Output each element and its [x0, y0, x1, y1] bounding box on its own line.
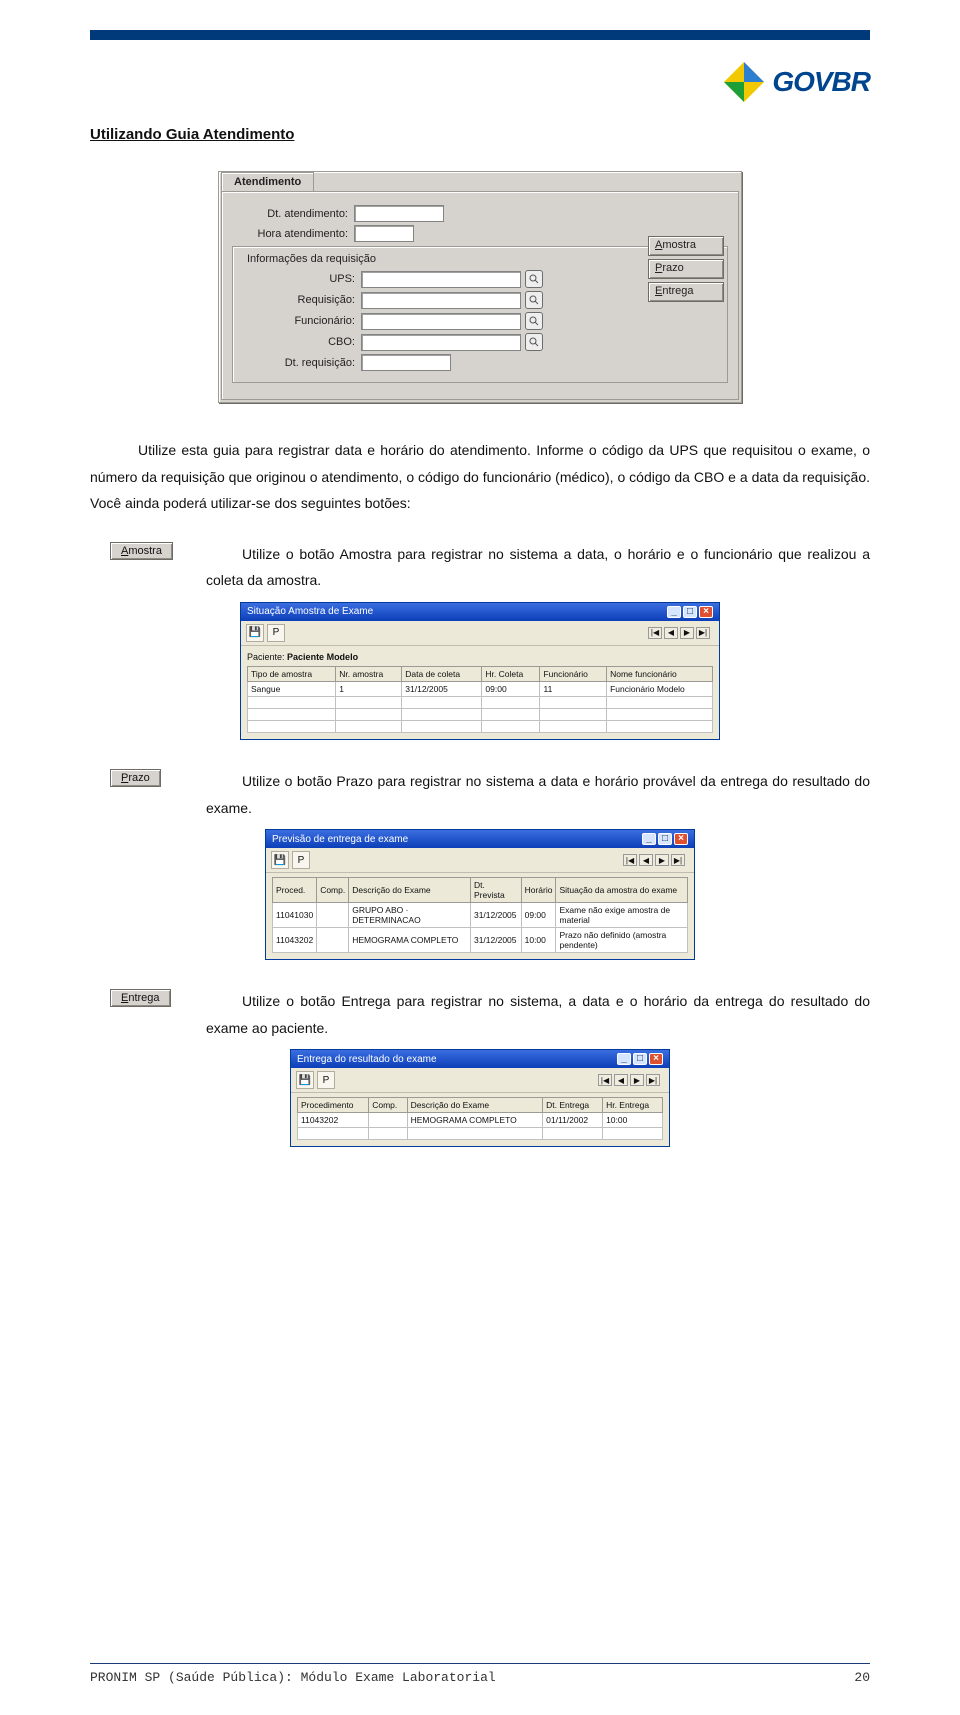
table-row: 11043202 HEMOGRAMA COMPLETO 31/12/2005 1… [273, 928, 688, 953]
prazo-table: Proced. Comp. Descrição do Exame Dt. Pre… [272, 877, 688, 953]
input-dt-requisicao[interactable] [361, 354, 451, 371]
nav-prev-icon[interactable]: ◀ [614, 1074, 628, 1086]
nav-last-icon[interactable]: ▶| [671, 854, 685, 866]
maximize-icon[interactable]: □ [658, 833, 672, 845]
maximize-icon[interactable]: □ [633, 1053, 647, 1065]
print-toolbar-icon[interactable]: P [292, 851, 310, 869]
lookup-requisicao-icon[interactable] [525, 291, 543, 309]
label-dt-atendimento: Dt. atendimento: [232, 208, 354, 220]
nav-prev-icon[interactable]: ◀ [639, 854, 653, 866]
minimize-icon[interactable]: _ [642, 833, 656, 845]
section-title: Utilizando Guia Atendimento [90, 126, 870, 143]
amostra-window-title: Situação Amostra de Exame [247, 606, 373, 617]
atendimento-form: Atendimento Dt. atendimento: Hora atendi… [218, 171, 742, 403]
prazo-button[interactable]: Prazo [648, 259, 724, 279]
entrega-button[interactable]: Entrega [648, 282, 724, 302]
amostra-button-ref: Amostra [110, 542, 173, 560]
lookup-ups-icon[interactable] [525, 270, 543, 288]
entrega-window-title: Entrega do resultado do exame [297, 1054, 437, 1065]
lookup-cbo-icon[interactable] [525, 333, 543, 351]
input-hora-atendimento[interactable] [354, 225, 414, 242]
table-row: Sangue 1 31/12/2005 09:00 11 Funcionário… [248, 681, 713, 696]
print-toolbar-icon[interactable]: P [267, 624, 285, 642]
save-toolbar-icon[interactable]: 💾 [271, 851, 289, 869]
table-row: 11041030 GRUPO ABO · DETERMINACAO 31/12/… [273, 903, 688, 928]
input-cbo[interactable] [361, 334, 521, 351]
footer-left: PRONIM SP (Saúde Pública): Módulo Exame … [90, 1670, 496, 1685]
nav-first-icon[interactable]: |◀ [598, 1074, 612, 1086]
fieldset-legend: Informações da requisição [243, 253, 380, 265]
nav-last-icon[interactable]: ▶| [696, 627, 710, 639]
entrega-button-ref: Entrega [110, 989, 171, 1007]
amostra-paragraph: Utilize o botão Amostra para registrar n… [206, 541, 870, 594]
page-number: 20 [854, 1670, 870, 1685]
prazo-window-title: Previsão de entrega de exame [272, 834, 408, 845]
header-bar [90, 30, 870, 40]
table-row: 11043202 HEMOGRAMA COMPLETO 01/11/2002 1… [298, 1113, 663, 1128]
label-ups: UPS: [239, 273, 361, 285]
entrega-table: Procedimento Comp. Descrição do Exame Dt… [297, 1097, 663, 1140]
label-cbo: CBO: [239, 336, 361, 348]
input-funcionario[interactable] [361, 313, 521, 330]
prazo-window: Previsão de entrega de exame _ □ × 💾 P |… [265, 829, 695, 960]
close-icon[interactable]: × [649, 1053, 663, 1065]
logo-icon [722, 60, 766, 104]
input-dt-atendimento[interactable] [354, 205, 444, 222]
print-toolbar-icon[interactable]: P [317, 1071, 335, 1089]
save-toolbar-icon[interactable]: 💾 [246, 624, 264, 642]
minimize-icon[interactable]: _ [667, 606, 681, 618]
amostra-window: Situação Amostra de Exame _ □ × 💾 P |◀ ◀… [240, 602, 720, 740]
minimize-icon[interactable]: _ [617, 1053, 631, 1065]
prazo-paragraph: Utilize o botão Prazo para registrar no … [206, 768, 870, 821]
lookup-funcionario-icon[interactable] [525, 312, 543, 330]
label-hora-atendimento: Hora atendimento: [232, 228, 354, 240]
label-funcionario: Funcionário: [239, 315, 361, 327]
nav-next-icon[interactable]: ▶ [655, 854, 669, 866]
entrega-paragraph: Utilize o botão Entrega para registrar n… [206, 988, 870, 1041]
save-toolbar-icon[interactable]: 💾 [296, 1071, 314, 1089]
brand-logo: GOVBR [722, 60, 870, 104]
label-dt-requisicao: Dt. requisição: [239, 357, 361, 369]
nav-first-icon[interactable]: |◀ [648, 627, 662, 639]
label-requisicao: Requisição: [239, 294, 361, 306]
nav-next-icon[interactable]: ▶ [630, 1074, 644, 1086]
input-ups[interactable] [361, 271, 521, 288]
close-icon[interactable]: × [699, 606, 713, 618]
nav-first-icon[interactable]: |◀ [623, 854, 637, 866]
amostra-button[interactable]: Amostra [648, 236, 724, 256]
nav-next-icon[interactable]: ▶ [680, 627, 694, 639]
prazo-button-ref: Prazo [110, 769, 161, 787]
entrega-window: Entrega do resultado do exame _ □ × 💾 P … [290, 1049, 670, 1147]
nav-prev-icon[interactable]: ◀ [664, 627, 678, 639]
logo-text: GOVBR [772, 66, 870, 98]
maximize-icon[interactable]: □ [683, 606, 697, 618]
amostra-table: Tipo de amostra Nr. amostra Data de cole… [247, 666, 713, 733]
nav-last-icon[interactable]: ▶| [646, 1074, 660, 1086]
close-icon[interactable]: × [674, 833, 688, 845]
input-requisicao[interactable] [361, 292, 521, 309]
intro-paragraph: Utilize esta guia para registrar data e … [90, 437, 870, 517]
tab-atendimento[interactable]: Atendimento [221, 172, 314, 191]
